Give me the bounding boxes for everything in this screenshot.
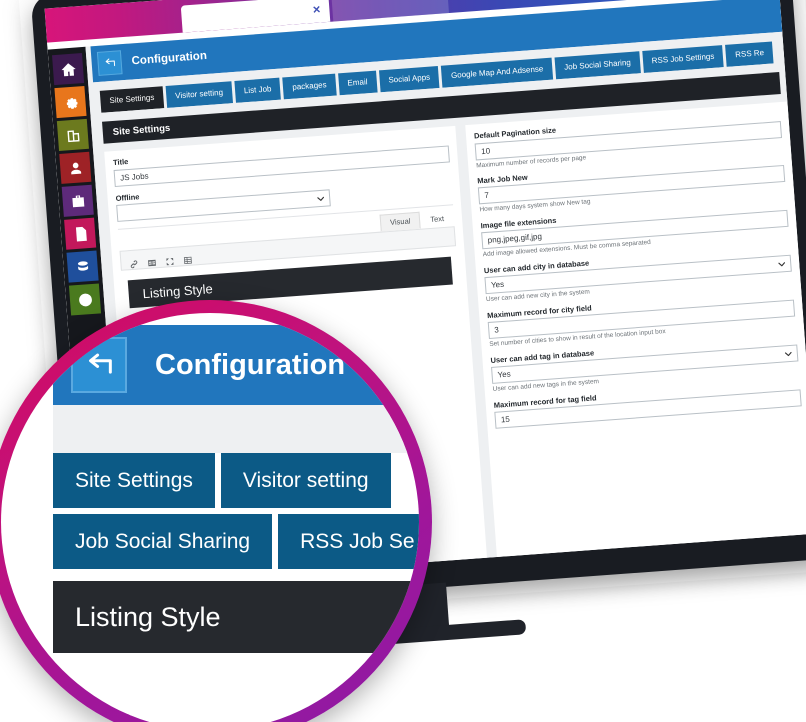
back-button[interactable] (96, 50, 123, 76)
building-icon (66, 129, 80, 142)
tab-text[interactable]: Text (420, 209, 455, 228)
coins-icon (77, 260, 88, 271)
tab-site-settings[interactable]: Site Settings (99, 86, 165, 113)
sidebar-item-users[interactable] (59, 151, 92, 184)
back-arrow-icon (105, 58, 116, 67)
magnified-tab-rss-job-settings[interactable]: RSS Job Se (278, 514, 419, 569)
person-icon (70, 162, 81, 174)
table-icon[interactable] (147, 254, 157, 266)
sidebar-item-settings[interactable] (54, 85, 87, 119)
tab-social-apps[interactable]: Social Apps (378, 65, 440, 93)
magnified-content: Configuration Site Settings Visitor sett… (53, 325, 419, 653)
chevron-down-icon (784, 350, 792, 357)
tab-visitor-setting[interactable]: Visitor setting (165, 81, 233, 108)
briefcase-icon (71, 194, 84, 207)
tab-email[interactable]: Email (337, 70, 378, 96)
magnified-listing-style-bar: Listing Style (53, 581, 419, 653)
back-arrow-icon (89, 353, 112, 374)
magnified-gap (53, 405, 419, 453)
sidebar-item-jobs[interactable] (61, 184, 94, 217)
chevron-down-icon (778, 261, 786, 268)
tab-rss-job-settings[interactable]: RSS Job Settings (641, 45, 725, 73)
screenshot-stage: × Configuration Site Settings Visitor se… (0, 0, 806, 722)
clock-icon (78, 293, 92, 306)
gear-icon (66, 97, 78, 109)
fullscreen-icon[interactable] (165, 252, 175, 265)
magnified-page-header: Configuration (53, 325, 419, 405)
sidebar-item-payments[interactable] (66, 250, 99, 283)
page-title: Configuration (131, 49, 208, 68)
close-icon[interactable]: × (312, 1, 321, 17)
magnified-tab-job-social-sharing[interactable]: Job Social Sharing (53, 514, 273, 569)
form-column-right: Default Pagination size 10 Maximum numbe… (465, 101, 806, 558)
magnified-tab-visitor-setting[interactable]: Visitor setting (220, 453, 391, 508)
tab-packages[interactable]: packages (282, 73, 337, 100)
sidebar-item-home[interactable] (52, 53, 85, 86)
magnifier-lens: Configuration Site Settings Visitor sett… (0, 300, 432, 722)
magnified-tab-site-settings[interactable]: Site Settings (53, 453, 215, 508)
sidebar-item-history[interactable] (68, 283, 102, 316)
magnified-tab-row-2: Job Social Sharing RSS Job Se (53, 514, 419, 569)
chevron-down-icon (317, 195, 324, 202)
magnifier-lens-inner: Configuration Site Settings Visitor sett… (1, 313, 419, 722)
tab-google-map-and-adsense[interactable]: Google Map And Adsense (441, 57, 554, 88)
sidebar-item-resumes[interactable] (64, 217, 97, 250)
magnified-page-title: Configuration (155, 348, 346, 381)
grid-icon[interactable] (183, 251, 193, 264)
tab-rss-resume[interactable]: RSS Re (725, 41, 774, 67)
link-icon[interactable] (129, 255, 139, 268)
tab-visual[interactable]: Visual (379, 211, 421, 232)
home-icon (61, 62, 76, 76)
tab-list-job[interactable]: List Job (234, 77, 282, 103)
tab-job-social-sharing[interactable]: Job Social Sharing (554, 51, 641, 80)
document-icon (75, 226, 87, 242)
magnified-tab-row-1: Site Settings Visitor setting (53, 453, 419, 508)
sidebar-item-company[interactable] (56, 118, 89, 151)
magnified-back-button[interactable] (71, 337, 127, 393)
